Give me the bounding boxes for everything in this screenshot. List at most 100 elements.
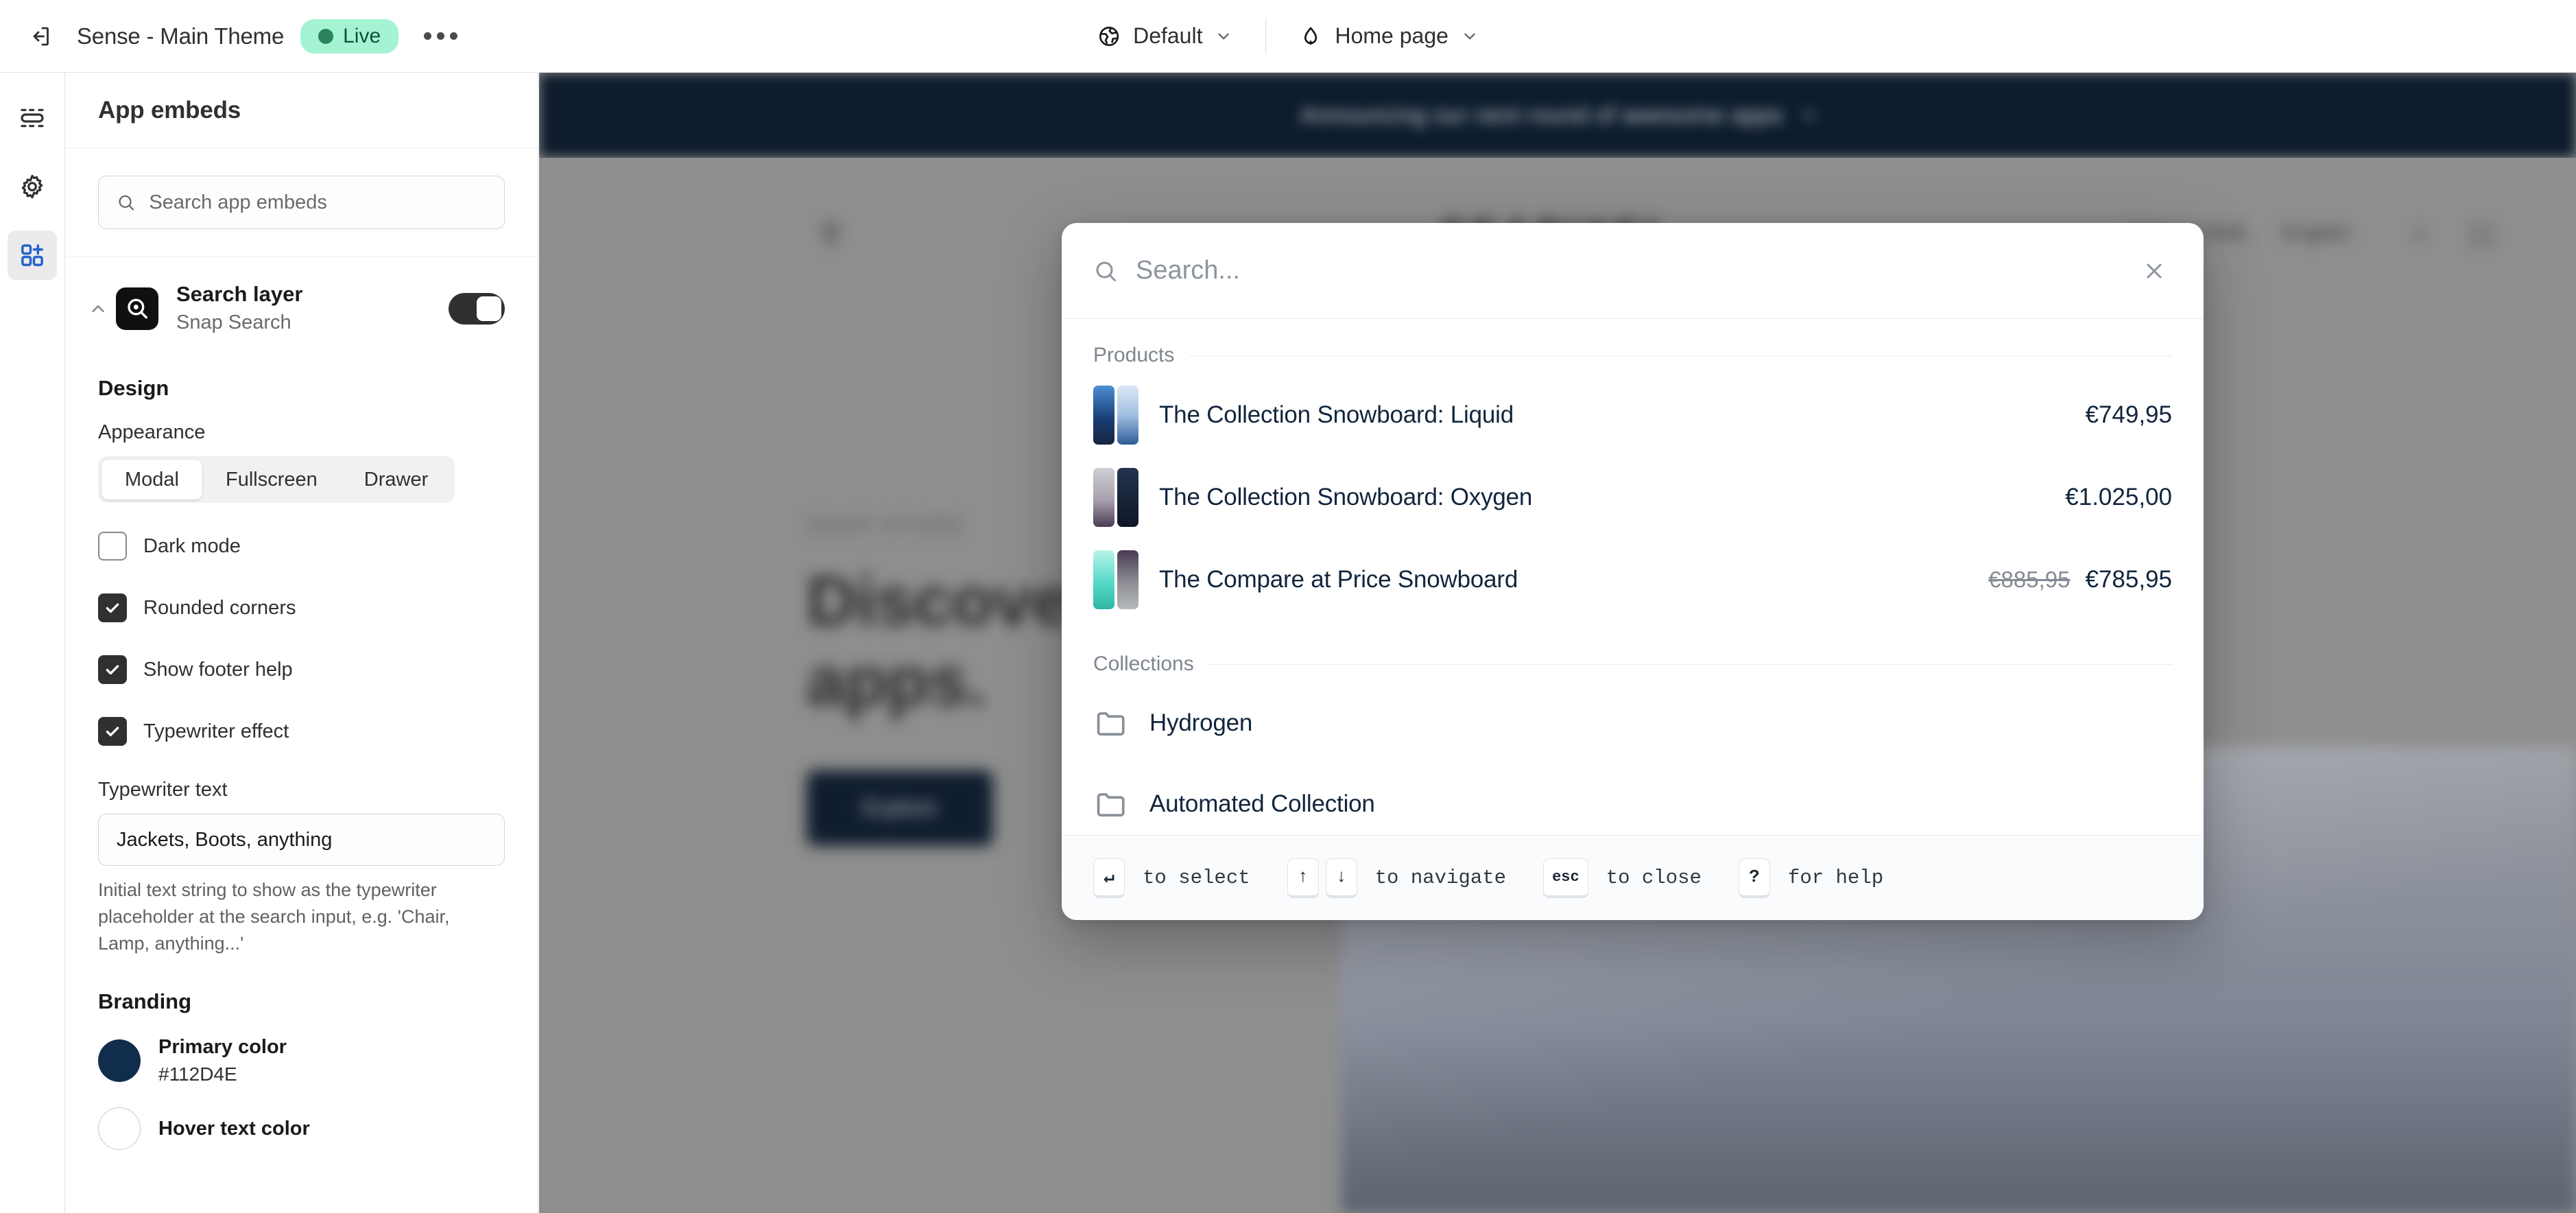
typewriter-text-input[interactable] bbox=[117, 828, 486, 851]
page-selector[interactable]: Home page bbox=[1281, 14, 1496, 58]
check-icon bbox=[106, 603, 119, 613]
color-row-hover-text: Hover text color bbox=[98, 1107, 505, 1151]
product-result-row[interactable]: The Collection Snowboard: Liquid €749,95 bbox=[1062, 374, 2204, 456]
collection-result-row[interactable]: Hydrogen bbox=[1062, 683, 2204, 764]
sidebar-item-apps[interactable] bbox=[8, 231, 57, 280]
app-embed-title: Search layer bbox=[176, 282, 303, 306]
cart-icon[interactable]: ▢ bbox=[2469, 218, 2494, 249]
search-modal-footer: ↵ to select ↑ ↓ to navigate esc to close… bbox=[1062, 835, 2204, 920]
key-esc: esc bbox=[1543, 858, 1588, 898]
key-arrow-up: ↑ bbox=[1287, 858, 1319, 898]
primary-color-name: Primary color bbox=[158, 1036, 287, 1059]
key-question-mark: ? bbox=[1738, 858, 1770, 898]
divider bbox=[1189, 355, 2172, 356]
exit-icon[interactable] bbox=[19, 15, 62, 58]
search-input[interactable] bbox=[149, 191, 486, 214]
app-embed-text: Search layer Snap Search bbox=[176, 281, 449, 336]
design-section: Design Appearance Modal Fullscreen Drawe… bbox=[65, 376, 538, 1151]
appearance-label: Appearance bbox=[98, 421, 206, 444]
collection-title: Hydrogen bbox=[1149, 709, 1253, 736]
check-icon bbox=[106, 727, 119, 737]
left-rail bbox=[0, 73, 65, 1213]
panel-header: App embeds bbox=[65, 73, 538, 148]
appearance-option-fullscreen[interactable]: Fullscreen bbox=[202, 460, 341, 499]
modal-search-input[interactable] bbox=[1136, 256, 2119, 285]
panel-search-wrap bbox=[65, 148, 538, 257]
search-modal-header bbox=[1062, 223, 2204, 319]
shortcut-hint-help: for help bbox=[1787, 867, 1884, 889]
checkbox-dark-mode[interactable]: Dark mode bbox=[98, 532, 505, 561]
product-price: €749,95 bbox=[2085, 401, 2172, 428]
top-bar-left: Sense - Main Theme Live bbox=[0, 15, 462, 58]
design-section-title: Design bbox=[98, 376, 169, 401]
result-group-header-collections: Collections bbox=[1062, 621, 2204, 683]
app-embeds-panel: App embeds Search layer Snap Search Desi… bbox=[65, 73, 538, 1213]
folder-icon bbox=[1097, 793, 1125, 817]
chevron-up-icon[interactable] bbox=[83, 298, 113, 319]
app-embed-item: Search layer Snap Search bbox=[65, 257, 538, 360]
hero-cta-button[interactable]: Explore bbox=[807, 770, 993, 846]
divider bbox=[1208, 663, 2172, 665]
theme-preview[interactable]: Announcing our next round of awesome app… bbox=[539, 73, 2576, 1213]
checkbox-rounded-corners[interactable]: Rounded corners bbox=[98, 593, 505, 623]
folder-icon bbox=[1097, 712, 1125, 736]
product-thumbnail bbox=[1093, 550, 1138, 609]
product-price: €1.025,00 bbox=[2065, 484, 2172, 510]
result-group-label: Products bbox=[1093, 344, 1175, 366]
product-thumbnail bbox=[1093, 468, 1138, 527]
store-header-icons: ○ ▢ bbox=[2412, 218, 2494, 249]
checkbox-label: Rounded corners bbox=[143, 596, 296, 619]
product-compare-at-price: €885,95 bbox=[1988, 567, 2071, 592]
search-modal-results: Products The Collection Snowboard: Liqui… bbox=[1062, 319, 2204, 835]
checkbox-show-footer-help[interactable]: Show footer help bbox=[98, 655, 505, 685]
locale-selector-label: Default bbox=[1133, 23, 1203, 48]
product-price: €785,95 bbox=[2085, 566, 2172, 593]
product-price-wrap: €1.025,00 bbox=[2065, 484, 2172, 511]
sidebar-item-theme-settings[interactable] bbox=[8, 162, 57, 211]
typewriter-help-text: Initial text string to show as the typew… bbox=[98, 880, 450, 954]
checkbox-box bbox=[98, 655, 127, 685]
announcement-bar: Announcing our next round of awesome app… bbox=[539, 73, 2576, 158]
result-group-label: Collections bbox=[1093, 652, 1194, 675]
announcement-close-icon[interactable]: × bbox=[1802, 103, 1815, 128]
primary-color-swatch[interactable] bbox=[98, 1039, 141, 1083]
chevron-down-icon bbox=[1218, 33, 1230, 39]
store-search-icon[interactable]: ⚲ bbox=[820, 217, 842, 250]
key-enter: ↵ bbox=[1093, 858, 1125, 898]
more-actions-button[interactable] bbox=[419, 15, 462, 58]
search-modal: Products The Collection Snowboard: Liqui… bbox=[1062, 223, 2204, 920]
search-icon bbox=[1096, 261, 1116, 281]
typewriter-text-field[interactable] bbox=[98, 814, 505, 867]
close-icon[interactable] bbox=[2136, 253, 2172, 289]
typewriter-text-label: Typewriter text bbox=[98, 779, 228, 801]
app-embeds-search[interactable] bbox=[98, 176, 505, 229]
shortcut-hint-select: to select bbox=[1143, 867, 1250, 889]
primary-color-hex: #112D4E bbox=[158, 1063, 237, 1085]
appearance-option-drawer[interactable]: Drawer bbox=[341, 460, 451, 499]
app-embed-toggle[interactable] bbox=[449, 292, 505, 325]
toggle-knob bbox=[477, 296, 501, 321]
key-arrow-down: ↓ bbox=[1325, 858, 1357, 898]
appearance-segmented-control: Modal Fullscreen Drawer bbox=[98, 456, 455, 504]
product-result-row[interactable]: The Compare at Price Snowboard €885,95 €… bbox=[1062, 539, 2204, 621]
primary-color-text: Primary color #112D4E bbox=[158, 1035, 287, 1087]
shortcut-keys-help: ? bbox=[1738, 858, 1770, 898]
hover-text-color-text: Hover text color bbox=[158, 1116, 310, 1142]
shortcut-keys-close: esc bbox=[1543, 858, 1588, 898]
checkbox-label: Dark mode bbox=[143, 534, 241, 557]
appearance-option-modal[interactable]: Modal bbox=[102, 460, 202, 500]
product-thumbnail bbox=[1093, 386, 1138, 445]
chevron-down-icon bbox=[1464, 33, 1475, 39]
sidebar-item-sections[interactable] bbox=[8, 93, 57, 143]
shortcut-hint-navigate: to navigate bbox=[1374, 867, 1507, 889]
product-title: The Compare at Price Snowboard bbox=[1159, 566, 1518, 593]
app-embed-subtitle: Snap Search bbox=[176, 311, 291, 334]
locale-selector[interactable]: Default bbox=[1080, 14, 1250, 58]
account-icon[interactable]: ○ bbox=[2412, 219, 2428, 248]
store-nav-item[interactable]: English bbox=[2282, 222, 2350, 245]
checkbox-typewriter-effect[interactable]: Typewriter effect bbox=[98, 717, 505, 746]
branding-section-title: Branding bbox=[98, 989, 192, 1014]
collection-result-row[interactable]: Automated Collection bbox=[1062, 764, 2204, 835]
hover-text-color-swatch[interactable] bbox=[98, 1107, 141, 1151]
product-result-row[interactable]: The Collection Snowboard: Oxygen €1.025,… bbox=[1062, 456, 2204, 539]
